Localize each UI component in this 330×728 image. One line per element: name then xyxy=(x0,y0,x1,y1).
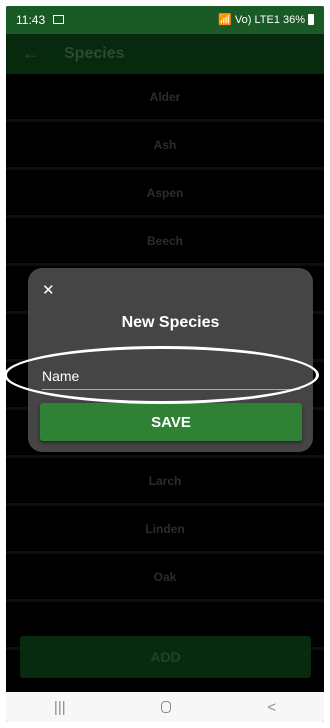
list-item[interactable]: Aspen xyxy=(6,170,324,218)
app-bar: ← Species xyxy=(6,34,324,74)
system-nav-bar: ||| < xyxy=(6,692,324,722)
back-icon[interactable]: < xyxy=(267,699,276,716)
recents-icon[interactable]: ||| xyxy=(54,699,66,716)
list-item[interactable]: Beech xyxy=(6,218,324,266)
dialog-title: New Species xyxy=(121,314,220,331)
add-button[interactable]: ADD xyxy=(20,636,311,678)
list-item[interactable]: Oak xyxy=(6,554,324,602)
highlight-ellipse xyxy=(4,346,319,404)
list-item[interactable]: Linden xyxy=(6,506,324,554)
list-item[interactable]: Larch xyxy=(6,458,324,506)
status-bar: 11:43 📶 Vo) LTE1 36% xyxy=(6,6,324,34)
network-label: Vo) LTE1 xyxy=(234,13,280,26)
signal-icon: 📶 xyxy=(218,14,232,26)
status-indicators: 📶 Vo) LTE1 36% xyxy=(218,13,314,26)
close-icon[interactable]: ✕ xyxy=(42,281,55,299)
battery-percent: 36% xyxy=(282,13,305,26)
home-icon[interactable] xyxy=(161,701,172,713)
page-title: Species xyxy=(64,45,125,62)
list-item[interactable]: Alder xyxy=(6,74,324,122)
save-button[interactable]: SAVE xyxy=(40,403,302,441)
status-time: 11:43 xyxy=(16,13,46,27)
arrow-left-icon[interactable]: ← xyxy=(22,43,40,64)
image-notification-icon xyxy=(53,15,64,24)
battery-icon xyxy=(308,14,314,25)
list-item[interactable]: Ash xyxy=(6,122,324,170)
